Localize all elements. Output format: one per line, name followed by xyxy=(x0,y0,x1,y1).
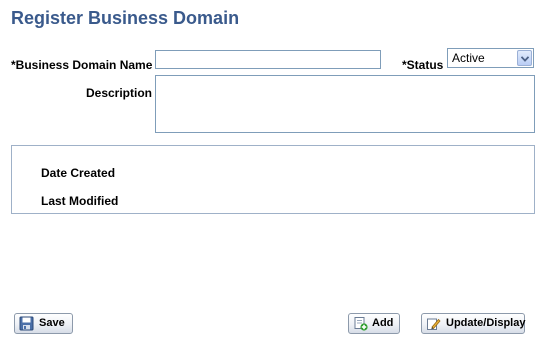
description-label: Description xyxy=(85,86,152,100)
save-button-label: Save xyxy=(39,317,65,329)
update-display-button-label: Update/Display xyxy=(446,317,526,329)
status-select[interactable]: Active xyxy=(447,48,534,68)
date-created-label: Date Created xyxy=(41,166,116,180)
add-document-icon xyxy=(354,317,368,331)
save-button[interactable]: Save xyxy=(14,313,73,334)
status-select-value: Active xyxy=(452,51,485,65)
add-button-label: Add xyxy=(372,317,394,329)
add-button[interactable]: Add xyxy=(348,313,400,334)
edit-pencil-icon xyxy=(427,318,441,330)
description-textarea[interactable] xyxy=(155,75,535,133)
update-display-button[interactable]: Update/Display xyxy=(421,313,525,334)
chevron-down-icon xyxy=(521,56,529,62)
status-label: *Status xyxy=(402,58,444,72)
business-domain-name-input[interactable] xyxy=(155,50,381,69)
save-disk-icon xyxy=(19,316,34,331)
status-dropdown-button[interactable] xyxy=(517,50,532,66)
page-title: Register Business Domain xyxy=(11,8,240,28)
business-domain-name-label: *Business Domain Name xyxy=(11,58,153,72)
last-modified-label: Last Modified xyxy=(41,194,119,208)
